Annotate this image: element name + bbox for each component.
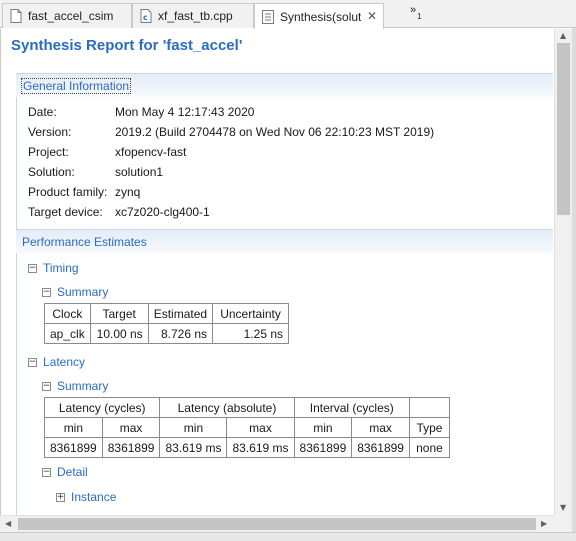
table-header-cell: max xyxy=(101,417,161,438)
info-value-product-family: zynq xyxy=(115,185,141,199)
scrollbar-corner xyxy=(554,515,572,532)
page-title: Synthesis Report for 'fast_accel' xyxy=(11,37,243,54)
info-label-target-device: Target device: xyxy=(28,205,103,219)
table-header-cell: Target xyxy=(89,303,149,324)
vertical-scroll-thumb[interactable] xyxy=(557,43,570,215)
tree-node-label: Timing xyxy=(43,261,79,275)
vertical-scrollbar[interactable]: ▲ ▼ xyxy=(554,29,572,515)
table-header-row: Latency (cycles) Latency (absolute) Inte… xyxy=(43,397,450,418)
report-icon xyxy=(261,9,275,24)
info-value-version: 2019.2 (Build 2704478 on Wed Nov 06 22:1… xyxy=(115,125,435,139)
table-header-cell: min xyxy=(293,417,353,438)
info-value-target-device: xc7z020-clg400-1 xyxy=(115,205,210,219)
tree-node-timing[interactable]: − Timing xyxy=(28,261,79,275)
tab-overflow-button[interactable]: » 1 xyxy=(410,4,422,21)
performance-body xyxy=(16,253,17,515)
table-subheader-row: min max min max min max Type xyxy=(44,417,450,438)
chevron-double-right-icon: » xyxy=(410,4,417,16)
scroll-right-icon[interactable]: ▶ xyxy=(541,519,547,528)
table-header-cell xyxy=(408,397,450,418)
table-cell: 1.25 ns xyxy=(212,323,290,344)
table-header-cell: max xyxy=(226,417,295,438)
tab-label: xf_fast_tb.cpp xyxy=(158,9,233,23)
table-cell: 8361899 xyxy=(351,437,410,458)
info-value-project: xfopencv-fast xyxy=(115,145,187,159)
section-performance-estimates[interactable]: Performance Estimates xyxy=(16,229,553,253)
table-header-cell: Interval (cycles) xyxy=(293,397,410,418)
collapse-icon[interactable]: − xyxy=(28,357,37,367)
collapse-icon[interactable]: − xyxy=(42,467,51,477)
info-label-date: Date: xyxy=(28,105,57,119)
close-tab-icon[interactable]: ✕ xyxy=(367,9,377,23)
tree-node-timing-summary[interactable]: − Summary xyxy=(42,285,108,299)
table-cell: 8361899 xyxy=(293,437,353,458)
tab-label: Synthesis(solut xyxy=(280,9,361,24)
svg-text:c: c xyxy=(143,13,148,22)
table-header-cell: min xyxy=(44,417,103,438)
info-label-version: Version: xyxy=(28,125,72,139)
section-general-information[interactable]: General Information xyxy=(16,73,553,97)
tree-node-latency-detail[interactable]: − Detail xyxy=(42,465,88,479)
table-header-cell: Clock xyxy=(44,303,91,324)
section-heading: General Information xyxy=(21,77,132,94)
table-header-cell: Estimated xyxy=(147,303,214,324)
expand-icon[interactable]: + xyxy=(56,492,65,502)
tab-fast-accel-csim[interactable]: fast_accel_csim xyxy=(2,3,132,28)
horizontal-scrollbar[interactable]: ◀ ▶ xyxy=(0,515,554,532)
info-label-project: Project: xyxy=(28,145,69,159)
collapse-icon[interactable]: − xyxy=(28,263,37,273)
table-header-row: Clock Target Estimated Uncertainty xyxy=(44,303,290,324)
document-icon xyxy=(9,9,23,23)
tree-node-label: Summary xyxy=(57,285,109,299)
horizontal-scroll-thumb[interactable] xyxy=(18,518,536,530)
table-cell: 83.619 ms xyxy=(159,437,228,458)
tab-synthesis-report[interactable]: Synthesis(solut ✕ xyxy=(254,3,384,29)
info-label-solution: Solution: xyxy=(28,165,75,179)
editor-tab-bar: fast_accel_csim c xf_fast_tb.cpp Synthes… xyxy=(0,0,576,29)
tab-xf-fast-tb-cpp[interactable]: c xf_fast_tb.cpp xyxy=(132,3,254,28)
general-info-body xyxy=(16,97,17,229)
table-header-cell: max xyxy=(351,417,410,438)
section-heading: Performance Estimates xyxy=(22,234,147,249)
info-value-solution: solution1 xyxy=(115,165,164,179)
collapse-icon[interactable]: − xyxy=(42,381,51,391)
tree-node-label: Instance xyxy=(71,490,117,504)
tree-node-label: Detail xyxy=(57,465,88,479)
tree-node-label: Summary xyxy=(57,379,109,393)
table-cell: 83.619 ms xyxy=(226,437,295,458)
table-header-cell: Type xyxy=(408,417,450,438)
table-cell: 10.00 ns xyxy=(89,323,149,344)
tree-node-instance[interactable]: + Instance xyxy=(56,490,116,504)
table-header-cell: Latency (cycles) xyxy=(43,397,161,418)
scroll-down-icon[interactable]: ▼ xyxy=(560,503,566,512)
tree-node-latency-summary[interactable]: − Summary xyxy=(42,379,108,393)
timing-summary-table: Clock Target Estimated Uncertainty ap_cl… xyxy=(44,303,290,344)
tree-node-label: Latency xyxy=(43,355,86,369)
table-cell: ap_clk xyxy=(44,323,91,344)
table-row: ap_clk 10.00 ns 8.726 ns 1.25 ns xyxy=(44,323,290,344)
window-edge xyxy=(572,28,576,541)
status-strip xyxy=(0,532,576,541)
scroll-up-icon[interactable]: ▲ xyxy=(560,31,566,40)
table-cell: 8361899 xyxy=(44,437,103,458)
c-file-icon: c xyxy=(139,9,153,23)
table-cell: 8361899 xyxy=(101,437,161,458)
table-header-cell: min xyxy=(159,417,228,438)
info-label-product-family: Product family: xyxy=(28,185,108,199)
scroll-left-icon[interactable]: ◀ xyxy=(5,519,11,528)
tree-node-latency[interactable]: − Latency xyxy=(28,355,85,369)
collapse-icon[interactable]: − xyxy=(42,287,51,297)
table-cell: 8.726 ns xyxy=(147,323,214,344)
report-content: Synthesis Report for 'fast_accel' Genera… xyxy=(0,29,554,515)
tab-label: fast_accel_csim xyxy=(28,9,114,23)
table-cell: none xyxy=(408,437,450,458)
table-row: 8361899 8361899 83.619 ms 83.619 ms 8361… xyxy=(44,437,450,458)
table-header-cell: Latency (absolute) xyxy=(159,397,295,418)
latency-summary-table: Latency (cycles) Latency (absolute) Inte… xyxy=(43,397,450,458)
info-value-date: Mon May 4 12:17:43 2020 xyxy=(115,105,255,119)
table-header-cell: Uncertainty xyxy=(212,303,290,324)
overflow-count: 1 xyxy=(417,12,422,21)
